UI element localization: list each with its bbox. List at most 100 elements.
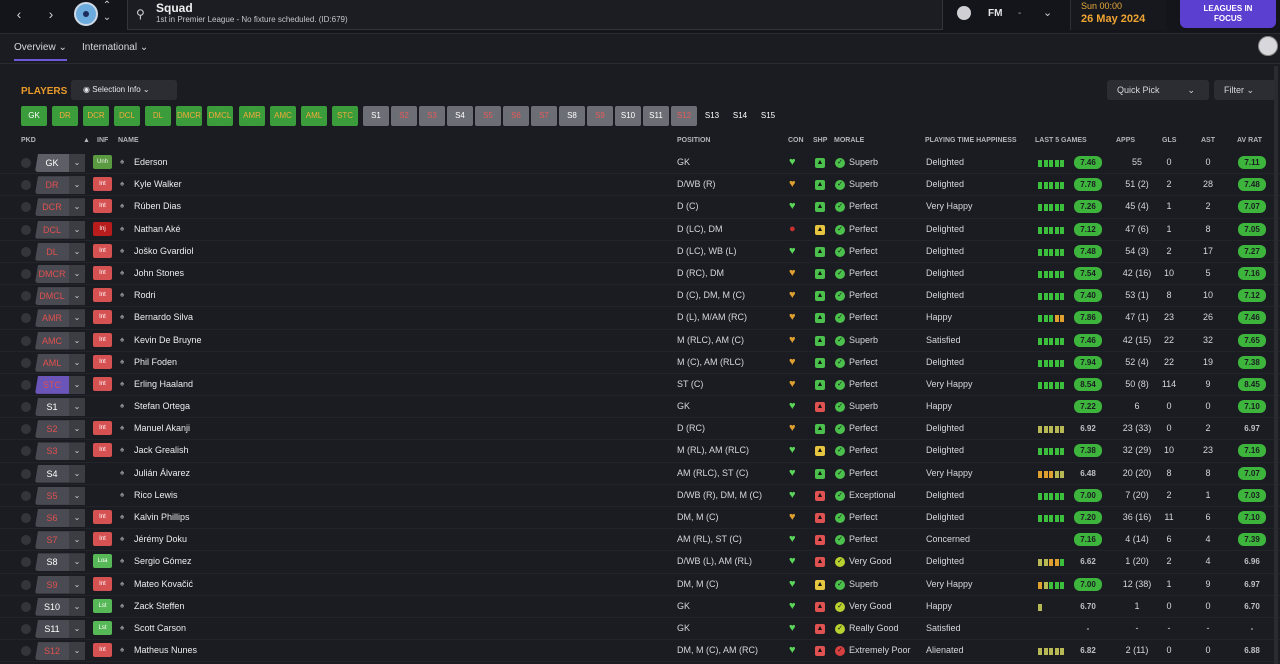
table-row[interactable]: S2 ⌄ Int ♠ Manuel Akanji D (RC) ♥ ▲ ✓ Perfect Deli… — [0, 418, 1280, 441]
col-avrat[interactable]: AV RAT — [1237, 137, 1262, 144]
pkd-selector[interactable]: DCR ⌄ — [35, 198, 85, 217]
pick-checkbox[interactable] — [21, 402, 31, 413]
table-row[interactable]: S3 ⌄ Int ♠ Jack Grealish M (RL), AM (RLC) ♥ ▲ ✓ P… — [0, 440, 1280, 463]
pick-checkbox[interactable] — [21, 268, 31, 279]
position-pill-s10[interactable]: S10 — [615, 106, 641, 126]
table-row[interactable]: AML ⌄ Int ♠ Phil Foden M (C), AM (RLC) ♥ ▲ ✓ Perf… — [0, 352, 1280, 374]
quick-pick-button[interactable]: Quick Pick ⌄ — [1107, 80, 1209, 100]
table-row[interactable]: DCR ⌄ Int ♠ Rúben Dias D (C) ♥ ▲ ✓ Perfect Very Ha… — [0, 196, 1280, 219]
pkd-selector[interactable]: DL ⌄ — [35, 242, 85, 261]
pkd-selector[interactable]: DMCL ⌄ — [35, 287, 85, 306]
pick-checkbox[interactable] — [21, 224, 31, 235]
selection-info-button[interactable]: ◉ Selection Info ⌄ — [71, 80, 177, 100]
player-name[interactable]: Mateo Kovačić — [134, 579, 193, 589]
pkd-selector[interactable]: S12 ⌄ — [35, 642, 85, 661]
position-pill-amr[interactable]: AMR — [239, 106, 265, 126]
player-name[interactable]: Kevin De Bruyne — [134, 335, 202, 345]
position-pill-s15[interactable]: S15 — [755, 106, 781, 126]
pick-checkbox[interactable] — [21, 513, 31, 523]
position-pill-dmcr[interactable]: DMCR — [176, 106, 202, 126]
position-pill-dcl[interactable]: DCL — [114, 106, 140, 126]
position-pill-s13[interactable]: S13 — [699, 106, 725, 126]
avatar[interactable] — [1258, 36, 1278, 56]
position-pill-gk[interactable]: GK — [21, 106, 47, 126]
table-row[interactable]: S12 ⌄ Int ♠ Matheus Nunes DM, M (C), AM (RC) ♥… — [0, 640, 1280, 663]
table-row[interactable]: S7 ⌄ Int ♠ Jérémy Doku AM (RL), ST (C) ♥ ▲ ✓ Perf… — [0, 529, 1280, 552]
table-row[interactable]: STC ⌄ Int ♠ Erling Haaland ST (C) ♥ ▲ ✓ Perfect Ve… — [0, 374, 1280, 397]
pkd-selector[interactable]: S10 ⌄ — [35, 597, 85, 616]
pick-checkbox[interactable] — [21, 579, 31, 590]
position-pill-s7[interactable]: S7 — [531, 106, 557, 126]
player-name[interactable]: Nathan Aké — [134, 224, 181, 234]
fm-menu[interactable]: FM — [988, 8, 1002, 19]
player-name[interactable]: Manuel Akanji — [134, 423, 190, 433]
position-pill-s5[interactable]: S5 — [475, 106, 501, 126]
pkd-selector[interactable]: DR ⌄ — [35, 176, 85, 195]
position-pill-dl[interactable]: DL — [145, 106, 171, 126]
position-pill-stc[interactable]: STC — [332, 106, 358, 126]
table-row[interactable]: S8 ⌄ Loa ♠ Sergio Gómez D/WB (L), AM (RL) ♥ ▲ ✓ V… — [0, 551, 1280, 574]
position-pill-s12[interactable]: S12 — [671, 106, 697, 126]
position-pill-aml[interactable]: AML — [301, 106, 327, 126]
col-last5[interactable]: LAST 5 GAMES — [1035, 137, 1087, 144]
col-gls[interactable]: GLS — [1162, 137, 1176, 144]
pkd-selector[interactable]: DMCR ⌄ — [35, 264, 85, 283]
player-name[interactable]: Jack Grealish — [134, 445, 189, 455]
table-row[interactable]: DMCL ⌄ Int ♠ Rodri D (C), DM, M (C) ♥ ▲ ✓ Perfect… — [0, 285, 1280, 308]
pkd-selector[interactable]: S4 ⌄ — [35, 464, 85, 483]
col-position[interactable]: POSITION — [677, 137, 710, 144]
up-icon[interactable]: ⌃ — [94, 0, 120, 12]
scrollbar[interactable] — [1274, 66, 1278, 664]
pkd-selector[interactable]: S6 ⌄ — [35, 509, 85, 527]
pkd-selector[interactable]: GK ⌄ — [35, 154, 85, 172]
pick-checkbox[interactable] — [21, 158, 31, 168]
table-row[interactable]: AMC ⌄ Int ♠ Kevin De Bruyne M (RLC), AM (C) ♥ ▲… — [0, 330, 1280, 352]
pkd-selector[interactable]: AMR ⌄ — [35, 309, 85, 328]
pkd-selector[interactable]: S8 ⌄ — [35, 553, 85, 572]
manager-icon[interactable] — [957, 6, 971, 20]
table-row[interactable]: S11 ⌄ Lst ♠ Scott Carson GK ♥ ▲ ✓ Really Good Sati… — [0, 618, 1280, 641]
position-pill-s11[interactable]: S11 — [643, 106, 669, 126]
pkd-selector[interactable]: AML ⌄ — [35, 353, 85, 372]
table-row[interactable]: DL ⌄ Int ♠ Joško Gvardiol D (LC), WB (L) ♥ ▲ ✓ Pe… — [0, 241, 1280, 263]
pick-checkbox[interactable] — [21, 246, 31, 257]
position-pill-s3[interactable]: S3 — [419, 106, 445, 126]
pick-checkbox[interactable] — [21, 335, 31, 346]
pkd-selector[interactable]: S1 ⌄ — [35, 398, 85, 417]
position-pill-s6[interactable]: S6 — [503, 106, 529, 126]
pick-checkbox[interactable] — [21, 379, 31, 390]
pick-checkbox[interactable] — [21, 490, 31, 501]
game-date[interactable]: Sun 00:00 26 May 2024 — [1070, 0, 1166, 30]
player-name[interactable]: Rúben Dias — [134, 201, 181, 211]
pick-checkbox[interactable] — [21, 202, 31, 213]
col-apps[interactable]: APPS — [1116, 137, 1135, 144]
position-pill-s4[interactable]: S4 — [447, 106, 473, 126]
player-name[interactable]: Joško Gvardiol — [134, 246, 194, 256]
position-pill-dmcl[interactable]: DMCL — [207, 106, 233, 126]
pick-checkbox[interactable] — [21, 557, 31, 568]
pick-checkbox[interactable] — [21, 180, 31, 191]
tab-international[interactable]: International ⌄ — [82, 42, 148, 53]
pick-checkbox[interactable] — [21, 424, 31, 435]
pick-checkbox[interactable] — [21, 313, 31, 324]
search-bar[interactable]: ⚲ Squad 1st in Premier League - No fixtu… — [127, 0, 943, 30]
filter-button[interactable]: Filter ⌄ — [1214, 80, 1276, 100]
back-icon[interactable]: ‹ — [6, 4, 32, 24]
position-pill-s14[interactable]: S14 — [727, 106, 753, 126]
pick-checkbox[interactable] — [21, 468, 31, 479]
col-pkd[interactable]: PKD — [21, 137, 36, 144]
table-row[interactable]: DCL ⌄ Inj ♠ Nathan Aké D (LC), DM ● ▲ ✓ Perfect De… — [0, 219, 1280, 241]
position-pill-amc[interactable]: AMC — [270, 106, 296, 126]
pkd-selector[interactable]: S11 ⌄ — [35, 619, 85, 638]
pkd-selector[interactable]: S2 ⌄ — [35, 420, 85, 439]
pick-checkbox[interactable] — [21, 357, 31, 368]
player-name[interactable]: John Stones — [134, 268, 184, 278]
table-row[interactable]: AMR ⌄ Int ♠ Bernardo Silva D (L), M/AM (RC) ♥ ▲… — [0, 307, 1280, 330]
player-name[interactable]: Erling Haaland — [134, 379, 193, 389]
player-name[interactable]: Scott Carson — [134, 623, 186, 633]
table-row[interactable]: S4 ⌄ ♠ Julián Álvarez AM (RLC), ST (C) ♥ ▲ ✓ Per… — [0, 463, 1280, 485]
col-pth[interactable]: PLAYING TIME HAPPINESS — [925, 137, 1017, 144]
table-row[interactable]: S1 ⌄ ♠ Stefan Ortega GK ♥ ▲ ✓ Superb Happy 7.22 6 0 0… — [0, 396, 1280, 419]
player-name[interactable]: Phil Foden — [134, 357, 177, 367]
position-pill-dcr[interactable]: DCR — [83, 106, 109, 126]
